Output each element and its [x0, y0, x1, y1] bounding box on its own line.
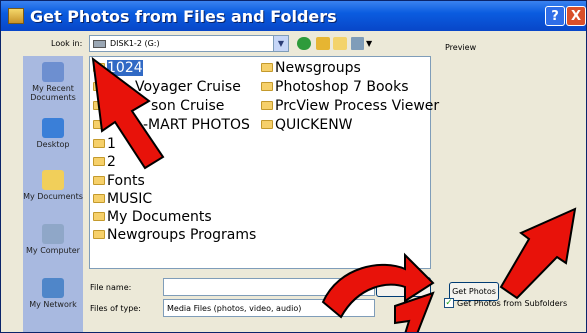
help-button[interactable]: ? [545, 6, 565, 26]
list-item-label: Photoshop 7 Books [275, 78, 409, 95]
folder-icon [261, 63, 273, 72]
list-item[interactable]: PrcView Process Viewer [261, 97, 439, 114]
preview-label: Preview [445, 43, 477, 52]
file-type-label: Files of type: [90, 304, 141, 313]
list-item[interactable]: Fonts [93, 172, 145, 189]
list-item-label: Newsgroups [275, 59, 361, 76]
list-item-label: 1024 [107, 59, 143, 76]
list-item[interactable]: 1024 [93, 59, 143, 76]
list-item-label: Fonts [107, 172, 145, 189]
folder-icon [93, 120, 105, 129]
folder-icon [93, 176, 105, 185]
app-icon [8, 8, 24, 24]
places-bar: My Recent Documents Desktop My Documents… [23, 56, 83, 332]
list-item-label: -MART PHOTOS [143, 116, 250, 133]
folder-icon [261, 82, 273, 91]
list-item[interactable]: QUICKENW [261, 116, 353, 133]
folder-icon [93, 101, 105, 110]
list-item[interactable]: MUSIC [93, 190, 152, 207]
folder-icon [93, 82, 105, 91]
folder-icon [93, 230, 105, 239]
list-item[interactable]: 1 [93, 135, 116, 152]
list-item[interactable]: 2 [93, 153, 116, 170]
list-item[interactable]: son Cruise [93, 97, 224, 114]
views-icon[interactable] [351, 37, 364, 50]
folder-icon [93, 212, 105, 221]
folder-icon [93, 139, 105, 148]
folder-icon [93, 194, 105, 203]
list-item-label: Voyager Cruise [135, 78, 241, 95]
window-title: Get Photos from Files and Folders [30, 6, 337, 26]
my-documents-icon [42, 170, 64, 190]
drive-icon [93, 39, 106, 48]
chevron-down-icon[interactable]: ▼ [273, 36, 288, 51]
list-item[interactable]: Newgroups Programs [93, 226, 256, 243]
folder-icon [93, 157, 105, 166]
place-my-network[interactable]: My Network [23, 278, 83, 309]
place-my-documents[interactable]: My Documents [23, 170, 83, 201]
look-in-value: DISK1-2 (G:) [110, 39, 160, 48]
title-bar[interactable]: Get Photos from Files and Folders ? X [1, 1, 586, 31]
list-item[interactable]: Photoshop 7 Books [261, 78, 409, 95]
close-button[interactable]: X [566, 6, 586, 26]
back-icon[interactable] [297, 37, 311, 50]
arrow-subfolders-head [394, 291, 435, 332]
subfolders-label: Get Photos from Subfolders [457, 298, 568, 308]
look-in-dropdown[interactable]: DISK1-2 (G:) ▼ [89, 35, 289, 52]
file-name-label: File name: [90, 283, 132, 292]
list-item-label: son Cruise [151, 97, 225, 114]
place-label: Desktop [36, 140, 70, 149]
place-desktop[interactable]: Desktop [23, 118, 83, 149]
place-my-computer[interactable]: My Computer [23, 224, 83, 255]
list-item[interactable]: Newsgroups [261, 59, 361, 76]
list-item-label: 2 [107, 153, 116, 170]
place-label: My Recent Documents [30, 84, 76, 102]
desktop-icon [42, 118, 64, 138]
file-list[interactable]: 1024 Voyager Cruise son Cruise -MART PHO… [89, 56, 439, 269]
open-button[interactable] [376, 277, 431, 297]
arrow-pointer-get-photos [499, 207, 577, 300]
list-item-label: MUSIC [107, 190, 153, 207]
recent-documents-icon [42, 62, 64, 82]
up-folder-icon[interactable] [316, 37, 330, 50]
list-item-label: 1 [107, 135, 116, 152]
list-item[interactable]: My Documents [93, 208, 212, 225]
list-item-label: Newgroups Programs [107, 226, 257, 243]
place-label: My Documents [23, 192, 83, 201]
place-recent-documents[interactable]: My Recent Documents [23, 62, 83, 102]
place-label: My Network [29, 300, 77, 309]
file-name-input[interactable] [163, 278, 375, 296]
folder-icon [261, 101, 273, 110]
folder-icon [93, 63, 105, 72]
my-network-icon [42, 278, 64, 298]
folder-icon [261, 120, 273, 129]
list-item-label: PrcView Process Viewer [275, 97, 440, 114]
get-photos-dialog: Get Photos from Files and Folders ? X Lo… [0, 0, 587, 333]
look-in-label: Look in: [51, 39, 83, 48]
list-item[interactable]: -MART PHOTOS [93, 116, 250, 133]
new-folder-icon[interactable] [333, 37, 347, 50]
subfolders-checkbox[interactable]: ✓ [444, 298, 454, 308]
place-label: My Computer [26, 246, 80, 255]
subfolders-option[interactable]: ✓ Get Photos from Subfolders [444, 298, 567, 308]
file-type-dropdown[interactable]: Media Files (photos, video, audio) [163, 299, 375, 317]
views-chevron-icon[interactable]: ▼ [366, 39, 372, 48]
my-computer-icon [42, 224, 64, 244]
list-item-label: My Documents [107, 208, 212, 225]
list-item[interactable]: Voyager Cruise [93, 78, 241, 95]
list-item-label: QUICKENW [275, 116, 353, 133]
file-type-value: Media Files (photos, video, audio) [167, 303, 302, 313]
